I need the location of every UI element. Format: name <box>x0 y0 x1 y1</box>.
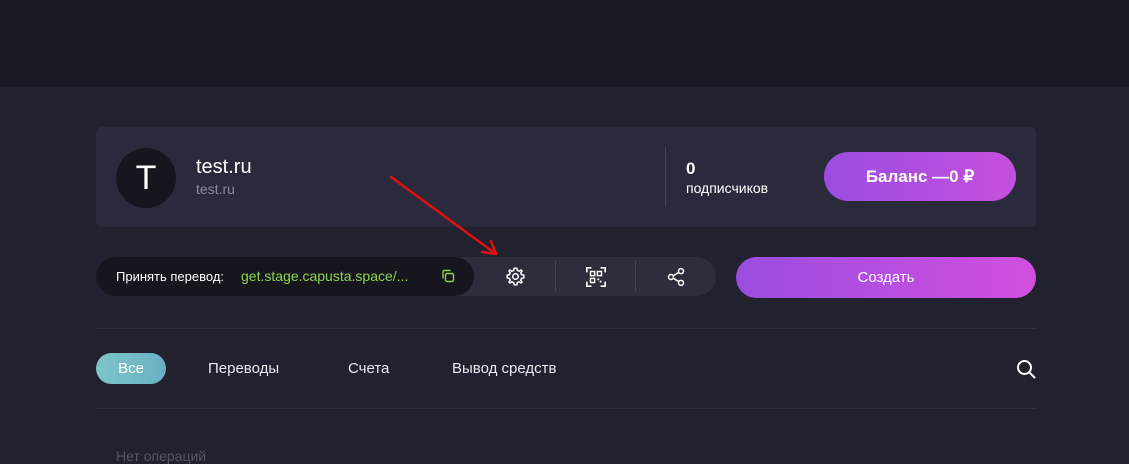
transfer-label: Принять перевод: <box>116 269 225 284</box>
tab-all[interactable]: Все <box>96 353 166 384</box>
tab-transfers[interactable]: Переводы <box>208 353 279 384</box>
empty-operations-text: Нет операций <box>116 448 207 464</box>
transfer-link[interactable]: get.stage.capusta.space/... <box>241 268 408 284</box>
profile-card: T test.ru test.ru 0 подписчиков Баланс —… <box>96 127 1036 227</box>
create-button[interactable]: Создать <box>736 257 1036 298</box>
site-subtitle: test.ru <box>196 181 235 197</box>
avatar[interactable]: T <box>116 148 176 208</box>
action-bar: Принять перевод: get.stage.capusta.space… <box>96 257 716 296</box>
qr-code-icon <box>586 266 606 287</box>
settings-button[interactable] <box>475 257 555 296</box>
subscribers-label: подписчиков <box>686 180 769 196</box>
gear-icon <box>505 267 525 286</box>
copy-icon[interactable] <box>441 269 455 283</box>
transfer-link-pill: Принять перевод: get.stage.capusta.space… <box>96 257 474 296</box>
qr-code-button[interactable] <box>556 257 636 296</box>
divider <box>96 408 1036 409</box>
site-title: test.ru <box>196 156 252 178</box>
share-button[interactable] <box>636 257 716 296</box>
subscribers-count: 0 <box>686 159 696 178</box>
top-bar <box>0 0 1129 87</box>
divider <box>96 328 1036 329</box>
tab-withdrawals[interactable]: Вывод средств <box>452 353 556 384</box>
balance-button[interactable]: Баланс —0 ₽ <box>824 152 1016 201</box>
share-icon <box>667 267 685 286</box>
divider <box>665 147 666 207</box>
tab-invoices[interactable]: Счета <box>348 353 389 384</box>
search-icon[interactable] <box>1016 359 1036 379</box>
